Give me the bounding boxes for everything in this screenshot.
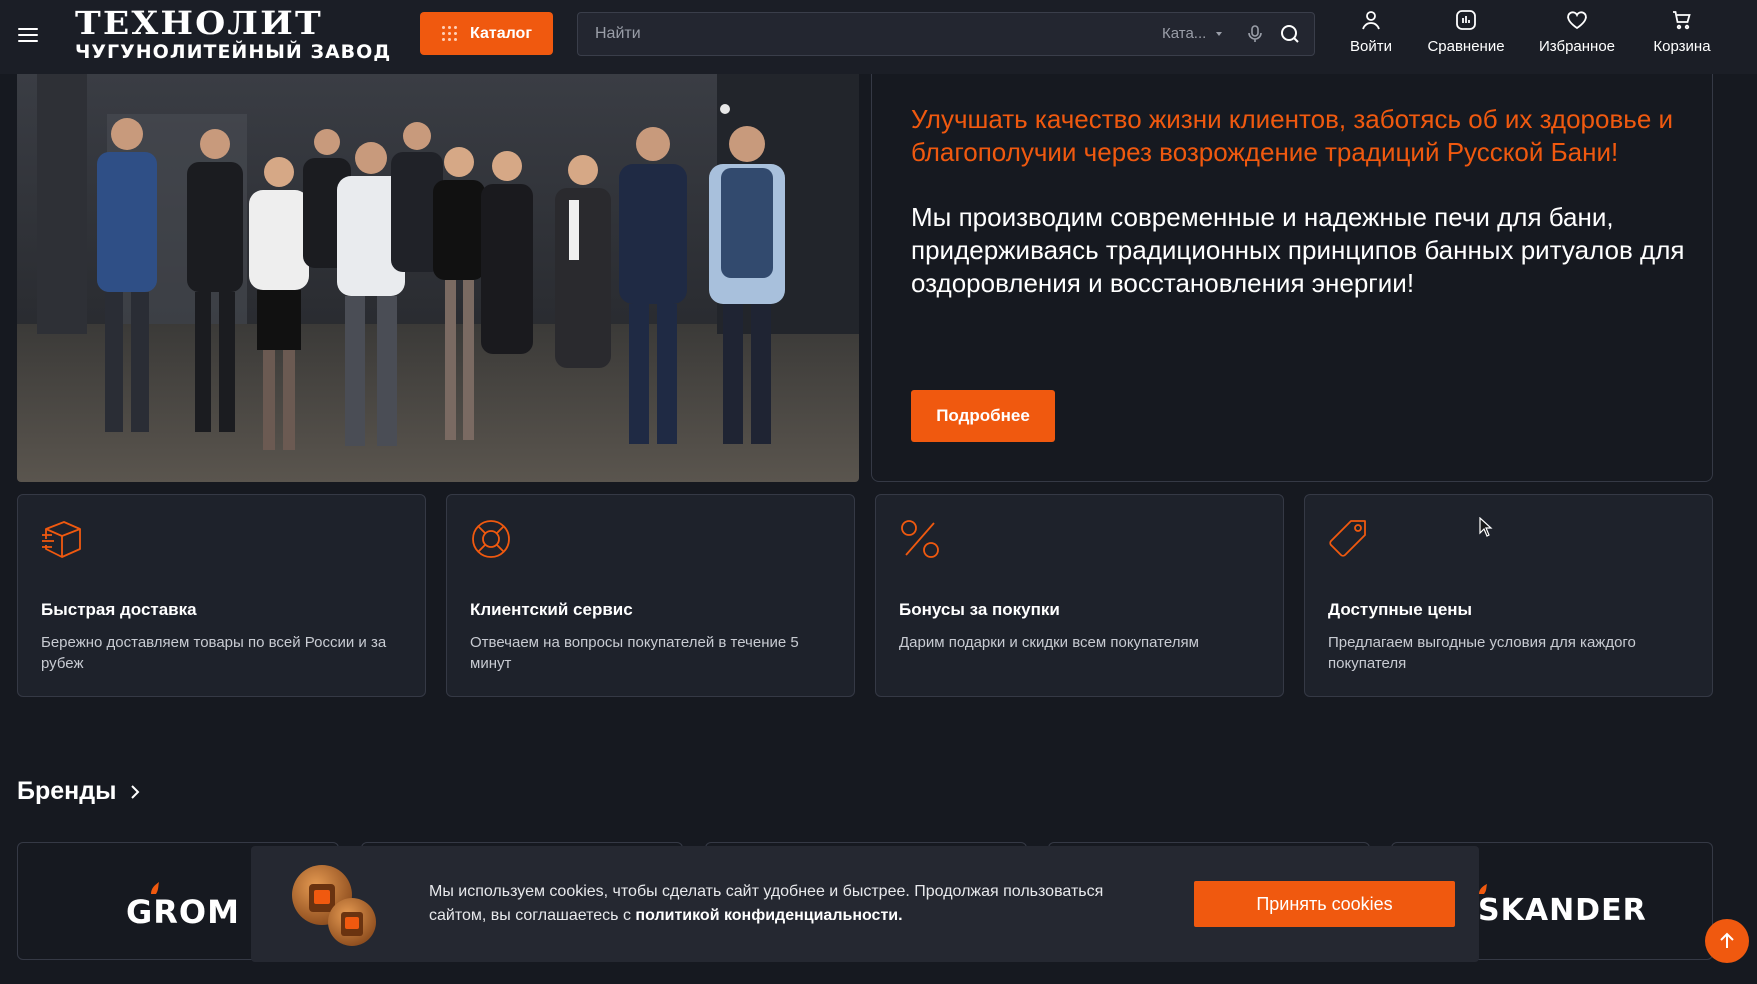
brands-heading-link[interactable]: Бренды bbox=[17, 777, 140, 806]
site-logo[interactable]: ТЕХНОЛИТ ЧУГУНОЛИТЕЙНЫЙ ЗАВОД bbox=[75, 5, 392, 69]
feature-title: Бонусы за покупки bbox=[899, 600, 1060, 619]
cookie-banner: Мы используем cookies, чтобы сделать сай… bbox=[251, 846, 1479, 962]
arrow-up-icon bbox=[1720, 932, 1734, 948]
search-input[interactable] bbox=[578, 13, 1138, 55]
user-icon bbox=[1362, 11, 1380, 30]
feature-desc: Бережно доставляем товары по всей России… bbox=[41, 634, 387, 672]
privacy-policy-link[interactable]: политикой конфиденциальности. bbox=[635, 907, 902, 924]
mission-panel: Улучшать качество жизни клиентов, заботя… bbox=[871, 58, 1713, 482]
search-icon[interactable] bbox=[1279, 23, 1301, 45]
menu-icon[interactable] bbox=[18, 24, 38, 46]
chevron-right-icon bbox=[131, 784, 140, 799]
flame-icon bbox=[1479, 884, 1487, 894]
nav-cart-label: Корзина bbox=[1653, 38, 1711, 55]
search-scope-select[interactable]: Ката... bbox=[1162, 25, 1223, 42]
price-tag-icon bbox=[1329, 520, 1366, 557]
mission-accent-text: Улучшать качество жизни клиентов, заботя… bbox=[911, 104, 1674, 167]
feature-desc: Дарим подарки и скидки всем покупателям bbox=[899, 634, 1199, 651]
nav-favorites-label: Избранное bbox=[1538, 38, 1616, 55]
nav-favorites[interactable]: Избранное bbox=[1535, 8, 1619, 62]
search-scope-label: Ката... bbox=[1162, 25, 1207, 42]
cart-icon bbox=[1673, 11, 1691, 30]
feature-card-bonuses: Бонусы за покупки Дарим подарки и скидки… bbox=[875, 494, 1284, 697]
flame-icon bbox=[151, 882, 159, 894]
heart-icon bbox=[1567, 11, 1587, 30]
nav-login[interactable]: Войти bbox=[1346, 8, 1396, 62]
microphone-icon[interactable] bbox=[1245, 24, 1265, 44]
catalog-label: Каталог bbox=[470, 24, 532, 42]
brands-title: Бренды bbox=[17, 777, 117, 805]
lifebuoy-icon bbox=[472, 520, 510, 558]
more-button[interactable]: Подробнее bbox=[911, 390, 1055, 442]
team-photo bbox=[17, 74, 859, 482]
nav-compare-label: Сравнение bbox=[1427, 38, 1505, 55]
brand-logo-skander: SKANDER bbox=[1478, 893, 1647, 928]
grid-dots-icon bbox=[442, 25, 458, 42]
brand-logo-grom: GROM bbox=[126, 893, 240, 931]
logo-subtitle: ЧУГУНОЛИТЕЙНЫЙ ЗАВОД bbox=[75, 41, 392, 63]
nav-login-label: Войти bbox=[1350, 38, 1392, 55]
feature-card-delivery: Быстрая доставка Бережно доставляем това… bbox=[17, 494, 426, 697]
search-bar: Ката... bbox=[577, 12, 1315, 56]
feature-title: Клиентский сервис bbox=[470, 600, 633, 619]
mission-main-text: Мы производим современные и надежные печ… bbox=[911, 202, 1685, 298]
cookie-jar-icon bbox=[292, 865, 376, 946]
logo-title: ТЕХНОЛИТ bbox=[75, 4, 323, 42]
mouse-cursor-icon bbox=[1479, 517, 1493, 537]
feature-card-service: Клиентский сервис Отвечаем на вопросы по… bbox=[446, 494, 855, 697]
compare-icon bbox=[1456, 10, 1476, 30]
feature-desc: Отвечаем на вопросы покупателей в течени… bbox=[470, 634, 799, 672]
feature-desc: Предлагаем выгодные условия для каждого … bbox=[1328, 634, 1636, 672]
nav-compare[interactable]: Сравнение bbox=[1422, 8, 1510, 62]
box-icon bbox=[42, 521, 81, 558]
catalog-button[interactable]: Каталог bbox=[420, 12, 553, 55]
site-header: ТЕХНОЛИТ ЧУГУНОЛИТЕЙНЫЙ ЗАВОД Каталог Ка… bbox=[0, 0, 1757, 74]
accept-cookies-button[interactable]: Принять cookies bbox=[1194, 881, 1455, 927]
feature-title: Доступные цены bbox=[1328, 600, 1473, 619]
feature-card-prices: Доступные цены Предлагаем выгодные услов… bbox=[1304, 494, 1713, 697]
nav-cart[interactable]: Корзина bbox=[1649, 8, 1715, 62]
scroll-to-top-button[interactable] bbox=[1705, 919, 1749, 963]
percent-icon bbox=[901, 520, 939, 558]
cookie-text: Мы используем cookies, чтобы сделать сай… bbox=[429, 880, 1159, 928]
feature-title: Быстрая доставка bbox=[41, 600, 197, 619]
caret-down-icon bbox=[1216, 31, 1223, 36]
